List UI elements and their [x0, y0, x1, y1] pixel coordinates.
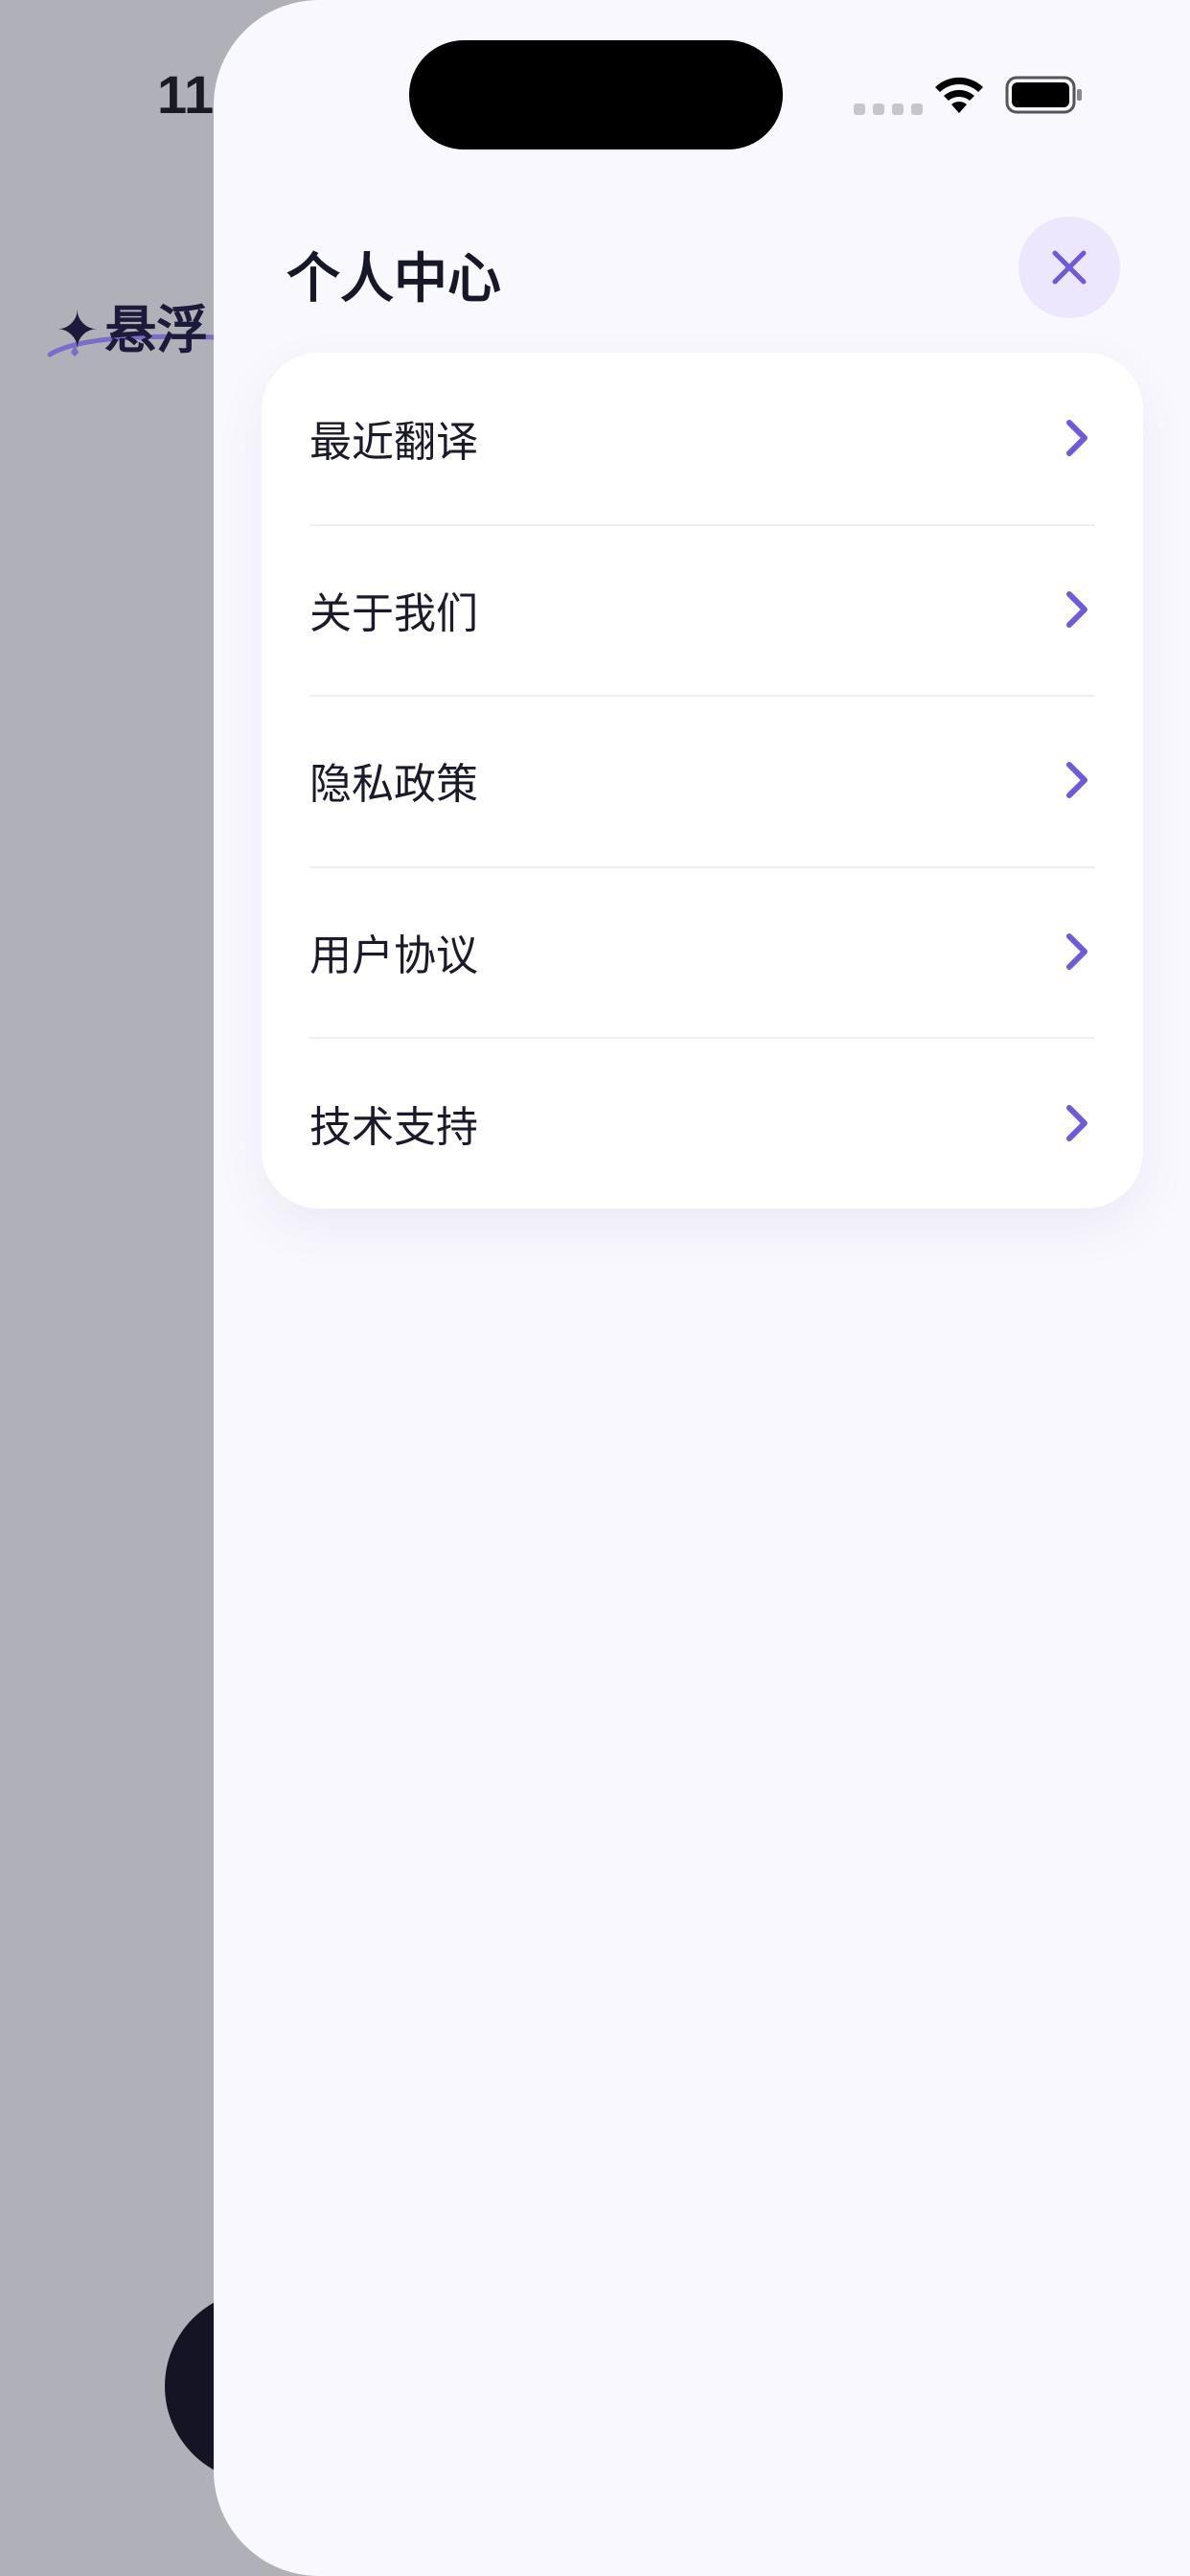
menu-item-user-agreement[interactable]: 用户协议 [262, 865, 1143, 1038]
menu-item-label: 用户协议 [309, 932, 478, 981]
menu-item-label: 技术支持 [309, 1102, 478, 1152]
menu-item-label: 隐私政策 [309, 760, 478, 810]
chevron-right-icon [1066, 1104, 1087, 1141]
menu-item-label: 最近翻译 [309, 418, 478, 468]
background-logo: ✦ 悬浮 [56, 288, 208, 363]
battery-icon [1005, 76, 1082, 114]
profile-drawer: 个人中心 最近翻译 关于我们 隐私政策 用户协议 技术支持 [214, 0, 1190, 2576]
drawer-title: 个人中心 [286, 248, 501, 310]
close-icon [1052, 250, 1087, 285]
wifi-icon [935, 77, 983, 113]
sparkle-icon: ✦ [56, 300, 100, 360]
close-button[interactable] [1018, 217, 1120, 318]
dynamic-island [409, 40, 783, 150]
menu-item-tech-support[interactable]: 技术支持 [262, 1037, 1143, 1208]
chevron-right-icon [1066, 420, 1087, 457]
menu-item-about-us[interactable]: 关于我们 [262, 523, 1143, 696]
menu-card: 最近翻译 关于我们 隐私政策 用户协议 技术支持 [262, 353, 1143, 1208]
background-logo-text: 悬浮 [104, 300, 209, 360]
menu-item-recent-translations[interactable]: 最近翻译 [262, 353, 1143, 524]
chevron-right-icon [1066, 933, 1087, 971]
chevron-right-icon [1066, 762, 1087, 799]
cellular-signal-icon [854, 104, 923, 115]
chevron-right-icon [1066, 590, 1087, 628]
menu-item-label: 关于我们 [309, 588, 478, 638]
menu-item-privacy-policy[interactable]: 隐私政策 [262, 695, 1143, 866]
